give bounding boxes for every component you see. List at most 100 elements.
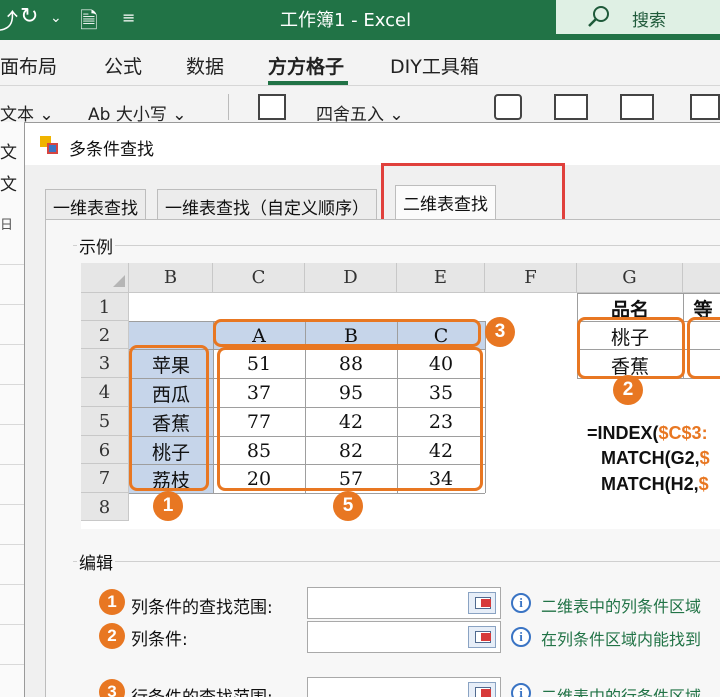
- edit-group-label: 编辑: [77, 549, 115, 574]
- edit-group-border: [73, 561, 720, 562]
- example-group-border: [73, 245, 720, 246]
- field-badge-2: 2: [99, 623, 125, 649]
- row-divider: [0, 584, 26, 585]
- layout-icon[interactable]: [620, 94, 654, 120]
- col-header-d: D: [305, 263, 397, 293]
- highlight-header-range: [213, 319, 481, 347]
- tab-1d-lookup[interactable]: 一维表查找: [45, 189, 146, 219]
- redo-partial-icon[interactable]: ⤴: [0, 4, 18, 36]
- app-icon: [40, 136, 58, 154]
- chart-icon[interactable]: [690, 94, 720, 120]
- formula-text: MATCH(G2,: [601, 448, 700, 468]
- col-header-c: C: [213, 263, 305, 293]
- example-group-label: 示例: [77, 233, 115, 258]
- range-picker-button[interactable]: [468, 592, 496, 614]
- highlight-fruit-range: [129, 345, 209, 491]
- column-condition-hint: 在列条件区域内能找到: [541, 630, 702, 649]
- row-divider: [0, 304, 26, 305]
- row-divider: [0, 424, 26, 425]
- search-label: 搜索: [632, 11, 666, 31]
- formula-line-3: MATCH(H2,$: [601, 474, 709, 495]
- row-header-5: 5: [81, 407, 129, 436]
- range-picker-button[interactable]: [468, 626, 496, 648]
- row-divider: [0, 344, 26, 345]
- row-divider: [0, 464, 26, 465]
- field-badge-1: 1: [99, 589, 125, 615]
- window-title: 工作簿1 - Excel: [280, 10, 412, 31]
- row-divider: [0, 384, 26, 385]
- example-sheet: B C D E F G 1 2 3 4 5 6 7 8 A B C 苹果 西瓜 …: [81, 263, 720, 529]
- column-condition-input[interactable]: [307, 621, 501, 653]
- row-header-7: 7: [81, 464, 129, 493]
- row-header-3: 3: [81, 349, 129, 378]
- highlight-lookup-range: [577, 317, 685, 379]
- ribbon-tabs: 面布局 公式 数据 方方格子 DIY工具箱: [0, 40, 720, 86]
- row-range-input[interactable]: [307, 677, 501, 697]
- formula-ref: $C$3:: [658, 423, 708, 443]
- highlight-value-range: [217, 347, 483, 491]
- highlight-lookup-range-2: [687, 317, 720, 379]
- sheet-strip: 文 文 日: [0, 122, 26, 697]
- column-range-hint: 二维表中的列条件区域: [541, 597, 702, 616]
- redo-icon[interactable]: ↻: [20, 4, 38, 29]
- info-icon: i: [511, 683, 531, 697]
- excel-title-bar: ⤴ ↻ ⌄ 🗎 ≡ 工作簿1 - Excel 搜索: [0, 0, 720, 40]
- range-picker-button[interactable]: [468, 682, 496, 697]
- row-range-label: 行条件的查找范围:: [131, 683, 273, 697]
- sheet-text-2: 文: [0, 175, 17, 195]
- dialog-title: 多条件查找: [69, 140, 154, 160]
- formula-line-2: MATCH(G2,$: [601, 448, 710, 469]
- tab-page-layout[interactable]: 面布局: [0, 52, 57, 79]
- col-header-f: F: [485, 263, 577, 293]
- document-icon[interactable]: 🗎: [80, 4, 98, 42]
- customize-toolbar-icon[interactable]: ≡: [122, 8, 135, 27]
- grid-line: [577, 293, 720, 294]
- range-picker-marker: [481, 633, 491, 641]
- formula-text: =INDEX(: [587, 423, 659, 443]
- formula-ref: $: [699, 448, 710, 468]
- range-picker-marker: [481, 689, 491, 697]
- column-range-input[interactable]: [307, 587, 501, 619]
- grid-line: [129, 493, 485, 494]
- badge-2: 2: [613, 375, 643, 405]
- select-all-corner: [81, 263, 129, 293]
- info-icon: i: [511, 593, 531, 613]
- row-header-6: 6: [81, 436, 129, 464]
- grid-line: [485, 321, 486, 493]
- col-header-e: E: [397, 263, 485, 293]
- tab-1d-lookup-custom-order[interactable]: 一维表查找（自定义顺序）: [157, 189, 377, 219]
- search-icon: [588, 6, 609, 27]
- tab-data[interactable]: 数据: [186, 52, 224, 79]
- tab-formulas[interactable]: 公式: [104, 52, 142, 79]
- badge-1: 1: [153, 491, 183, 521]
- formula-line-1: =INDEX($C$3:: [587, 423, 708, 444]
- row-header-8: 8: [81, 493, 129, 521]
- col-header-b: B: [129, 263, 213, 293]
- column-range-label: 列条件的查找范围:: [131, 598, 273, 618]
- row-header-4: 4: [81, 378, 129, 407]
- badge-5: 5: [333, 491, 363, 521]
- redo-dropdown-icon[interactable]: ⌄: [50, 10, 62, 26]
- tab-diy-toolbox[interactable]: DIY工具箱: [390, 52, 479, 79]
- info-icon: i: [511, 627, 531, 647]
- row-divider: [0, 504, 26, 505]
- sheet-text-1: 文: [0, 143, 17, 163]
- ribbon-content: 文本 ⌄ Ab 大小写 ⌄ 四舍五入 ⌄: [0, 86, 720, 125]
- row-header-2: 2: [81, 321, 129, 349]
- lock-icon[interactable]: [494, 94, 522, 120]
- row-divider: [0, 264, 26, 265]
- search-box[interactable]: 搜索: [556, 0, 720, 34]
- row-range-hint: 二维表中的行条件区域: [541, 687, 702, 697]
- dialog-title-bar: 多条件查找: [25, 123, 720, 165]
- badge-3: 3: [485, 317, 515, 347]
- row-divider: [0, 624, 26, 625]
- multi-condition-lookup-dialog: 多条件查找 一维表查找 一维表查找（自定义顺序） 二维表查找 示例 B C D …: [24, 122, 720, 697]
- table-icon[interactable]: [554, 94, 588, 120]
- sheet-text-3: 日: [0, 218, 14, 233]
- formula-ref: $: [698, 474, 709, 494]
- tab-fangfanggezi[interactable]: 方方格子: [268, 52, 344, 79]
- active-tab-indicator: [268, 81, 348, 85]
- col-header-g: G: [577, 263, 683, 293]
- paste-icon[interactable]: [258, 94, 286, 120]
- formula-text: MATCH(H2,: [601, 474, 699, 494]
